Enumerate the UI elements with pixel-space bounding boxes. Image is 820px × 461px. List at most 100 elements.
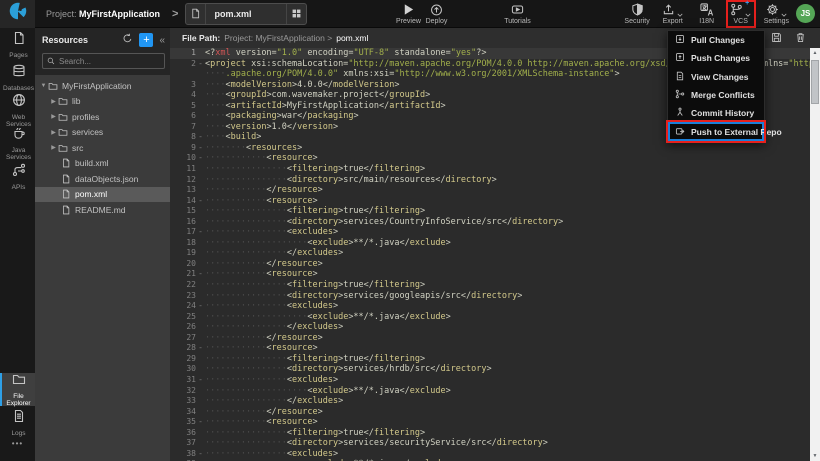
code-line-26[interactable]: 26················</excludes> [170, 322, 810, 333]
code-line-10[interactable]: 10-············<resource> [170, 153, 810, 164]
code-line-25[interactable]: 25····················<exclude>**/*.java… [170, 312, 810, 323]
code-line-19[interactable]: 19················</excludes> [170, 248, 810, 259]
save-button[interactable] [771, 32, 782, 45]
code-line-20[interactable]: 20············</resource> [170, 259, 810, 270]
grid-view-icon[interactable] [286, 4, 306, 24]
code-line-14[interactable]: 14-············<resource> [170, 196, 810, 207]
code-line-36[interactable]: 36················<filtering>true</filte… [170, 428, 810, 439]
tree-item-dataobjects-json[interactable]: dataObjects.json [35, 171, 170, 187]
delete-button[interactable] [795, 32, 806, 45]
fold-marker-icon[interactable]: - [196, 269, 205, 280]
search-input[interactable] [59, 57, 160, 66]
user-avatar[interactable]: JS [796, 4, 815, 23]
code-line-38[interactable]: 38-················<excludes> [170, 449, 810, 460]
i18n-button[interactable]: AI18N [694, 2, 720, 26]
tree-item-services[interactable]: ▶services [35, 125, 170, 141]
menu-item-view-changes[interactable]: View Changes [668, 68, 764, 86]
code-line-27[interactable]: 27············</resource> [170, 333, 810, 344]
vcs-button[interactable]: +VCS [728, 2, 754, 26]
home-button[interactable] [0, 0, 35, 28]
fold-gutter [196, 69, 205, 80]
tree-item-readme-md[interactable]: README.md [35, 202, 170, 218]
menu-item-push-changes[interactable]: Push Changes [668, 49, 764, 67]
add-resource-button[interactable]: + [139, 33, 153, 47]
tutorials-button[interactable]: Tutorials [497, 2, 537, 26]
code-line-37[interactable]: 37················<directory>services/se… [170, 438, 810, 449]
preview-button[interactable]: Preview [395, 2, 421, 26]
menu-item-pull-changes[interactable]: Pull Changes [668, 31, 764, 49]
scroll-up-arrow[interactable]: ▲ [810, 48, 820, 58]
fold-marker-icon[interactable]: - [196, 449, 205, 460]
arrow-right-icon[interactable]: ▶ [49, 129, 58, 136]
code-line-13[interactable]: 13············</resource> [170, 185, 810, 196]
tree-item-build-xml[interactable]: build.xml [35, 156, 170, 172]
sidebar-more-button[interactable]: ••• [0, 439, 35, 461]
tree-item-pom-xml[interactable]: pom.xml [35, 187, 170, 203]
code-line-28[interactable]: 28-············<resource> [170, 343, 810, 354]
sidebar-item-databases[interactable]: Databases [0, 61, 35, 94]
code-line-11[interactable]: 11················<filtering>true</filte… [170, 164, 810, 175]
fold-marker-icon[interactable]: - [196, 375, 205, 386]
tree-item-profiles[interactable]: ▶profiles [35, 109, 170, 125]
menu-item-merge-conflicts[interactable]: Merge Conflicts [668, 86, 764, 104]
code-line-22[interactable]: 22················<filtering>true</filte… [170, 280, 810, 291]
sidebar-item-pages[interactable]: Pages [0, 28, 35, 61]
scrollbar-thumb[interactable] [811, 60, 819, 104]
arrow-right-icon[interactable]: ▶ [49, 98, 58, 105]
menu-item-push-to-external-repo[interactable]: Push to External Repo [668, 122, 764, 140]
code-line-23[interactable]: 23················<directory>services/go… [170, 291, 810, 302]
code-line-16[interactable]: 16················<directory>services/Co… [170, 217, 810, 228]
fold-marker-icon[interactable]: - [196, 417, 205, 428]
collapse-panel-button[interactable]: « [159, 35, 165, 46]
scroll-down-arrow[interactable]: ▼ [810, 451, 820, 461]
sidebar-item-file-explorer[interactable]: File Explorer [0, 373, 35, 406]
tree-item-myfirstapplication[interactable]: ▼MyFirstApplication [35, 78, 170, 94]
tab-pom-xml[interactable]: pom.xml [185, 3, 307, 25]
arrow-right-icon[interactable]: ▶ [49, 113, 58, 120]
refresh-button[interactable] [122, 31, 133, 49]
globe-icon [12, 93, 26, 112]
menu-item-label: View Changes [691, 72, 748, 82]
file-path-file: pom.xml [336, 33, 368, 43]
code-text: ················<directory>services/hrdb… [205, 364, 810, 375]
security-button[interactable]: Security [622, 2, 651, 26]
arrow-down-icon[interactable]: ▼ [39, 83, 48, 89]
settings-button[interactable]: Settings [762, 2, 791, 26]
tree-item-src[interactable]: ▶src [35, 140, 170, 156]
code-line-35[interactable]: 35-············<resource> [170, 417, 810, 428]
code-line-9[interactable]: 9-········<resources> [170, 143, 810, 154]
code-line-32[interactable]: 32····················<exclude>**/*.java… [170, 386, 810, 397]
file-icon [61, 205, 71, 215]
arrow-right-icon[interactable]: ▶ [49, 144, 58, 151]
code-line-29[interactable]: 29················<filtering>true</filte… [170, 354, 810, 365]
code-line-21[interactable]: 21-············<resource> [170, 269, 810, 280]
code-line-17[interactable]: 17-················<excludes> [170, 227, 810, 238]
sidebar-item-apis[interactable]: APIs [0, 160, 35, 193]
sidebar-label-pages: Pages [9, 52, 27, 59]
fold-marker-icon[interactable]: - [196, 132, 205, 143]
fold-marker-icon[interactable]: - [196, 143, 205, 154]
menu-item-commit-history[interactable]: Commit History [668, 104, 764, 122]
fold-marker-icon[interactable]: - [196, 196, 205, 207]
fold-marker-icon[interactable]: - [196, 301, 205, 312]
sidebar-item-logs[interactable]: Logs [0, 406, 35, 439]
sidebar-item-java-services[interactable]: Java Services [0, 127, 35, 160]
vertical-scrollbar[interactable]: ▲ ▼ [810, 48, 820, 461]
fold-marker-icon[interactable]: - [196, 343, 205, 354]
code-line-34[interactable]: 34············</resource> [170, 407, 810, 418]
code-line-30[interactable]: 30················<directory>services/hr… [170, 364, 810, 375]
fold-marker-icon[interactable]: - [196, 59, 205, 70]
fold-marker-icon[interactable]: - [196, 227, 205, 238]
code-line-15[interactable]: 15················<filtering>true</filte… [170, 206, 810, 217]
code-line-24[interactable]: 24-················<excludes> [170, 301, 810, 312]
deploy-button[interactable]: Deploy [421, 2, 451, 26]
line-number [170, 69, 196, 80]
export-button[interactable]: Export [660, 2, 686, 26]
code-line-18[interactable]: 18····················<exclude>**/*.java… [170, 238, 810, 249]
tree-item-lib[interactable]: ▶lib [35, 94, 170, 110]
code-line-31[interactable]: 31-················<excludes> [170, 375, 810, 386]
code-line-12[interactable]: 12················<directory>src/main/re… [170, 175, 810, 186]
fold-marker-icon[interactable]: - [196, 153, 205, 164]
code-line-33[interactable]: 33················</excludes> [170, 396, 810, 407]
sidebar-item-web-services[interactable]: Web Services [0, 94, 35, 127]
